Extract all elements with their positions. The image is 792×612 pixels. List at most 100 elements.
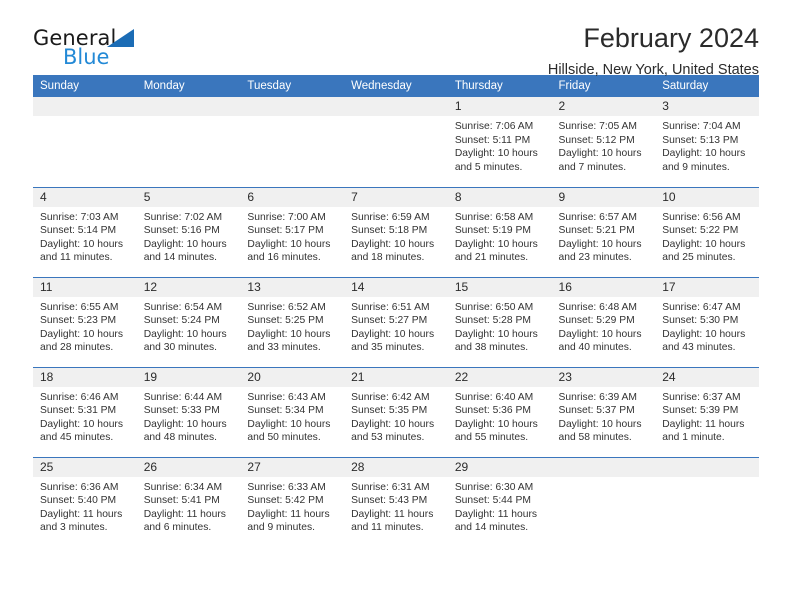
- calendar-day-cell[interactable]: 10 Sunrise: 6:56 AM Sunset: 5:22 PM Dayligh…: [655, 186, 759, 277]
- sunrise-time: Sunrise: 6:55 AM: [40, 301, 119, 313]
- calendar-week-row: 18 Sunrise: 6:46 AM Sunset: 5:31 PM Dayligh…: [33, 366, 759, 457]
- day-sun-info: Sunrise: 6:50 AM Sunset: 5:28 PM Daylight:…: [448, 297, 552, 355]
- daylight-duration-line2: and 5 minutes.: [454, 161, 523, 173]
- calendar-day-cell[interactable]: 15 Sunrise: 6:50 AM Sunset: 5:28 PM Dayligh…: [447, 276, 552, 367]
- day-cell-inner: 1 Sunrise: 7:06 AM Sunset: 5:11 PM Daylight…: [447, 97, 552, 187]
- day-number: 27: [240, 457, 345, 477]
- day-number: 21: [344, 367, 448, 387]
- page-title: February 2024: [583, 23, 759, 53]
- calendar-day-cell[interactable]: 12 Sunrise: 6:54 AM Sunset: 5:24 PM Dayligh…: [136, 276, 241, 367]
- daylight-duration-line2: and 16 minutes.: [247, 252, 321, 264]
- daylight-duration-line2: and 18 minutes.: [351, 252, 425, 264]
- day-cell-inner: 13 Sunrise: 6:52 AM Sunset: 5:25 PM Dayligh…: [240, 277, 345, 367]
- calendar-day-cell[interactable]: 5 Sunrise: 7:02 AM Sunset: 5:16 PM Daylight…: [136, 186, 241, 277]
- sunrise-time: Sunrise: 6:48 AM: [558, 301, 637, 313]
- calendar-day-cell[interactable]: 9 Sunrise: 6:57 AM Sunset: 5:21 PM Daylight…: [551, 186, 656, 277]
- day-number: 11: [33, 277, 137, 297]
- sunrise-time: Sunrise: 6:54 AM: [143, 301, 223, 313]
- calendar-day-cell[interactable]: 17 Sunrise: 6:47 AM Sunset: 5:30 PM Dayligh…: [655, 276, 759, 367]
- calendar-day-cell[interactable]: 6 Sunrise: 7:00 AM Sunset: 5:17 PM Daylight…: [240, 186, 345, 277]
- day-sun-info: Sunrise: 6:34 AM Sunset: 5:41 PM Daylight:…: [137, 477, 241, 535]
- calendar-day-cell[interactable]: 23 Sunrise: 6:39 AM Sunset: 5:37 PM Dayligh…: [551, 366, 656, 457]
- daylight-duration-line1: Daylight: 10 hours: [558, 328, 642, 340]
- weekday-header-sunday: Sunday: [33, 75, 137, 97]
- day-cell-inner: 16 Sunrise: 6:48 AM Sunset: 5:29 PM Dayligh…: [551, 277, 656, 367]
- daylight-duration-line1: Daylight: 10 hours: [454, 328, 538, 340]
- sunrise-time: Sunrise: 6:50 AM: [454, 301, 534, 313]
- day-sun-info: Sunrise: 6:39 AM Sunset: 5:37 PM Daylight:…: [552, 387, 656, 445]
- calendar-day-cell[interactable]: 14 Sunrise: 6:51 AM Sunset: 5:27 PM Dayligh…: [344, 276, 448, 367]
- daylight-duration-line2: and 21 minutes.: [454, 252, 529, 264]
- sunrise-time: Sunrise: 7:05 AM: [558, 121, 637, 132]
- sunrise-time: Sunrise: 7:03 AM: [40, 211, 119, 223]
- sunset-time: Sunset: 5:12 PM: [558, 134, 635, 146]
- day-number: 23: [551, 367, 656, 387]
- day-number: [240, 97, 345, 116]
- calendar-page: General Blue February 2024 Hillside, New…: [0, 0, 792, 612]
- day-number: [136, 97, 241, 116]
- sunset-time: Sunset: 5:21 PM: [558, 225, 635, 237]
- day-cell-inner: [136, 97, 241, 187]
- day-sun-info: Sunrise: 6:57 AM Sunset: 5:21 PM Daylight:…: [552, 207, 656, 265]
- calendar-day-cell[interactable]: 22 Sunrise: 6:40 AM Sunset: 5:36 PM Dayligh…: [447, 366, 552, 457]
- calendar-day-cell[interactable]: 4 Sunrise: 7:03 AM Sunset: 5:14 PM Daylight…: [33, 186, 137, 277]
- calendar-day-cell[interactable]: 20 Sunrise: 6:43 AM Sunset: 5:34 PM Dayligh…: [240, 366, 345, 457]
- calendar-day-cell[interactable]: 26 Sunrise: 6:34 AM Sunset: 5:41 PM Dayligh…: [136, 456, 241, 547]
- daylight-duration-line1: Daylight: 11 hours: [351, 508, 434, 520]
- sunrise-time: Sunrise: 6:58 AM: [454, 211, 534, 223]
- calendar-day-cell[interactable]: 1 Sunrise: 7:06 AM Sunset: 5:11 PM Daylight…: [447, 97, 552, 187]
- calendar-day-cell[interactable]: 21 Sunrise: 6:42 AM Sunset: 5:35 PM Dayligh…: [344, 366, 448, 457]
- calendar-day-cell[interactable]: 11 Sunrise: 6:55 AM Sunset: 5:23 PM Dayligh…: [33, 276, 137, 367]
- daylight-duration-line2: and 9 minutes.: [662, 161, 730, 173]
- day-number: 12: [136, 277, 241, 297]
- sunrise-time: Sunrise: 7:06 AM: [454, 121, 534, 132]
- day-cell-inner: 17 Sunrise: 6:47 AM Sunset: 5:30 PM Dayligh…: [655, 277, 759, 367]
- day-sun-info: Sunrise: 6:33 AM Sunset: 5:42 PM Daylight:…: [240, 477, 344, 535]
- daylight-duration-line2: and 50 minutes.: [247, 432, 321, 444]
- sunset-time: Sunset: 5:29 PM: [558, 315, 635, 327]
- calendar-day-cell[interactable]: 24 Sunrise: 6:37 AM Sunset: 5:39 PM Dayligh…: [655, 366, 759, 457]
- calendar-day-cell[interactable]: 27 Sunrise: 6:33 AM Sunset: 5:42 PM Dayligh…: [240, 456, 345, 547]
- calendar-day-cell[interactable]: 13 Sunrise: 6:52 AM Sunset: 5:25 PM Dayligh…: [240, 276, 345, 367]
- day-number: 29: [447, 457, 552, 477]
- day-number: 3: [655, 97, 759, 116]
- sunrise-time: Sunrise: 6:47 AM: [662, 301, 741, 313]
- sunrise-time: Sunrise: 6:56 AM: [662, 211, 741, 223]
- daylight-duration-line1: Daylight: 10 hours: [558, 148, 642, 160]
- calendar-day-cell[interactable]: 18 Sunrise: 6:46 AM Sunset: 5:31 PM Dayligh…: [33, 366, 137, 457]
- sunrise-time: Sunrise: 6:37 AM: [662, 391, 741, 403]
- sunrise-time: Sunrise: 6:52 AM: [247, 301, 326, 313]
- sunrise-time: Sunrise: 6:34 AM: [143, 481, 223, 493]
- day-number: 28: [344, 457, 448, 477]
- daylight-duration-line1: Daylight: 10 hours: [247, 328, 331, 340]
- title-block: February 2024 Hillside, New York, United…: [548, 22, 759, 80]
- day-number: 14: [344, 277, 448, 297]
- calendar-day-cell[interactable]: 8 Sunrise: 6:58 AM Sunset: 5:19 PM Daylight…: [447, 186, 552, 277]
- daylight-duration-line1: Daylight: 11 hours: [247, 508, 330, 520]
- sunset-time: Sunset: 5:43 PM: [351, 495, 428, 507]
- day-sun-info: Sunrise: 6:44 AM Sunset: 5:33 PM Daylight:…: [137, 387, 241, 445]
- calendar-day-cell[interactable]: 25 Sunrise: 6:36 AM Sunset: 5:40 PM Dayligh…: [33, 456, 137, 547]
- daylight-duration-line1: Daylight: 11 hours: [662, 418, 745, 430]
- daylight-duration-line1: Daylight: 10 hours: [247, 418, 331, 430]
- calendar-day-cell[interactable]: 3 Sunrise: 7:04 AM Sunset: 5:13 PM Daylight…: [655, 97, 759, 187]
- general-blue-logo[interactable]: General Blue: [33, 26, 213, 74]
- calendar-day-cell[interactable]: 19 Sunrise: 6:44 AM Sunset: 5:33 PM Dayligh…: [136, 366, 241, 457]
- day-cell-inner: [240, 97, 345, 187]
- calendar-day-cell[interactable]: 7 Sunrise: 6:59 AM Sunset: 5:18 PM Daylight…: [344, 186, 448, 277]
- daylight-duration-line1: Daylight: 10 hours: [558, 238, 642, 250]
- sunrise-time: Sunrise: 6:36 AM: [40, 481, 119, 493]
- daylight-duration-line2: and 6 minutes.: [143, 522, 212, 534]
- calendar-day-cell[interactable]: 2 Sunrise: 7:05 AM Sunset: 5:12 PM Daylight…: [551, 97, 656, 187]
- calendar-day-cell[interactable]: 16 Sunrise: 6:48 AM Sunset: 5:29 PM Dayligh…: [551, 276, 656, 367]
- calendar-day-cell[interactable]: 28 Sunrise: 6:31 AM Sunset: 5:43 PM Dayligh…: [344, 456, 448, 548]
- sunrise-time: Sunrise: 6:33 AM: [247, 481, 326, 493]
- daylight-duration-line2: and 23 minutes.: [558, 252, 632, 264]
- calendar-day-cell[interactable]: 29 Sunrise: 6:30 AM Sunset: 5:44 PM Dayligh…: [447, 456, 552, 547]
- day-cell-inner: 28 Sunrise: 6:31 AM Sunset: 5:43 PM Dayligh…: [344, 457, 448, 548]
- calendar-week-row: 4 Sunrise: 7:03 AM Sunset: 5:14 PM Daylight…: [33, 186, 759, 277]
- day-cell-inner: 4 Sunrise: 7:03 AM Sunset: 5:14 PM Daylight…: [33, 187, 137, 277]
- daylight-duration-line1: Daylight: 10 hours: [454, 238, 538, 250]
- calendar-body: 1 Sunrise: 7:06 AM Sunset: 5:11 PM Daylight…: [33, 97, 759, 547]
- day-number: 16: [551, 277, 656, 297]
